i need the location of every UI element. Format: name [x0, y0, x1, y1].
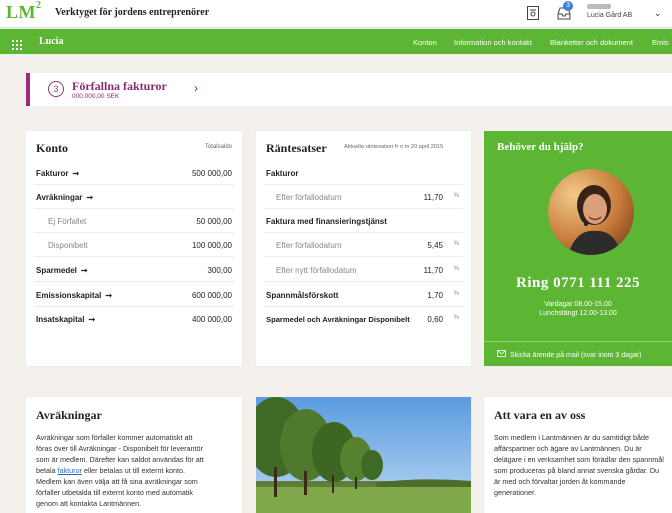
- konto-title: Konto: [36, 141, 69, 155]
- lm2-logo[interactable]: LM2: [6, 0, 42, 23]
- help-card: Behöver du hjälp? Ring 0771 111 225 Vard…: [484, 131, 672, 366]
- company-name: Lucia Gård AB: [587, 12, 633, 19]
- send-mail-link[interactable]: Skicka ärende på mail (svar inom 3 dagar…: [497, 350, 642, 359]
- help-hours-weekdays: Vardagar 08.00-15.00: [544, 301, 612, 308]
- konto-column-header: Totalsaldo: [204, 144, 232, 150]
- nav-user-name[interactable]: Lucia: [39, 36, 63, 47]
- tagline: Verktyget för jordens entreprenörer: [55, 7, 210, 18]
- arrow-right-icon: ➞: [72, 169, 80, 178]
- overdue-amount: 000.000,00 SEK: [72, 93, 120, 100]
- fakturor-link[interactable]: fakturor: [58, 466, 82, 475]
- arrow-right-icon: ➞: [80, 266, 88, 275]
- konto-card: Konto Totalsaldo Fakturor ➞ 500 000,00 Av…: [26, 131, 242, 366]
- main-nav: Lucia Konton Information och kontakt Bla…: [0, 29, 672, 54]
- avrakningar-card: Avräkningar Avräkningar som förfaller ko…: [26, 397, 242, 513]
- rantesatser-card: Räntesatser Aktuella räntesatser fr o m …: [256, 131, 471, 366]
- help-title: Behöver du hjälp?: [497, 141, 584, 153]
- nav-item-emission[interactable]: Emis: [652, 38, 669, 47]
- avrakningar-title: Avräkningar: [36, 408, 102, 422]
- arrow-right-icon: ➞: [88, 315, 96, 324]
- user-name-redacted: [587, 4, 611, 9]
- arrow-right-icon: ➞: [105, 291, 113, 300]
- nav-item-blanketter[interactable]: Blanketter och dokument: [550, 38, 633, 47]
- chevron-down-icon[interactable]: ⌄: [654, 8, 662, 19]
- rantesatser-title: Räntesatser: [266, 141, 327, 155]
- om-oss-title: Att vara en av oss: [494, 408, 586, 422]
- mail-icon: [497, 350, 506, 359]
- help-phone-number[interactable]: Ring 0771 111 225: [484, 275, 672, 292]
- om-oss-text: Som medlem i Lantmännen är du samtidigt …: [494, 433, 664, 497]
- om-oss-card: Att vara en av oss Som medlem i Lantmänn…: [484, 397, 672, 513]
- notification-badge: 3: [563, 1, 573, 11]
- nav-item-information[interactable]: Information och kontakt: [454, 38, 532, 47]
- help-hours-lunch: Lunchstängt 12.00-13.00: [539, 310, 617, 317]
- overdue-title: Förfallna fakturor: [72, 79, 167, 93]
- top-header: LM2 Verktyget för jordens entreprenörer …: [0, 0, 672, 28]
- overdue-invoices-banner[interactable]: 3 Förfallna fakturor 000.000,00 SEK ›: [26, 73, 672, 106]
- tree-landscape-image: [256, 397, 471, 513]
- overdue-count: 3: [48, 81, 64, 97]
- rantesatser-subtitle: Aktuella räntesatser fr o m 20 april 201…: [344, 144, 444, 150]
- nav-item-konton[interactable]: Konton: [413, 38, 437, 47]
- grid-menu-icon[interactable]: [12, 37, 22, 50]
- support-agent-photo: [548, 169, 634, 255]
- chevron-right-icon[interactable]: ›: [194, 81, 198, 95]
- arrow-right-icon: ➞: [86, 193, 94, 202]
- document-icon[interactable]: [526, 5, 542, 21]
- avrakningar-text: Avräkningar som förfaller kommer automat…: [36, 433, 204, 508]
